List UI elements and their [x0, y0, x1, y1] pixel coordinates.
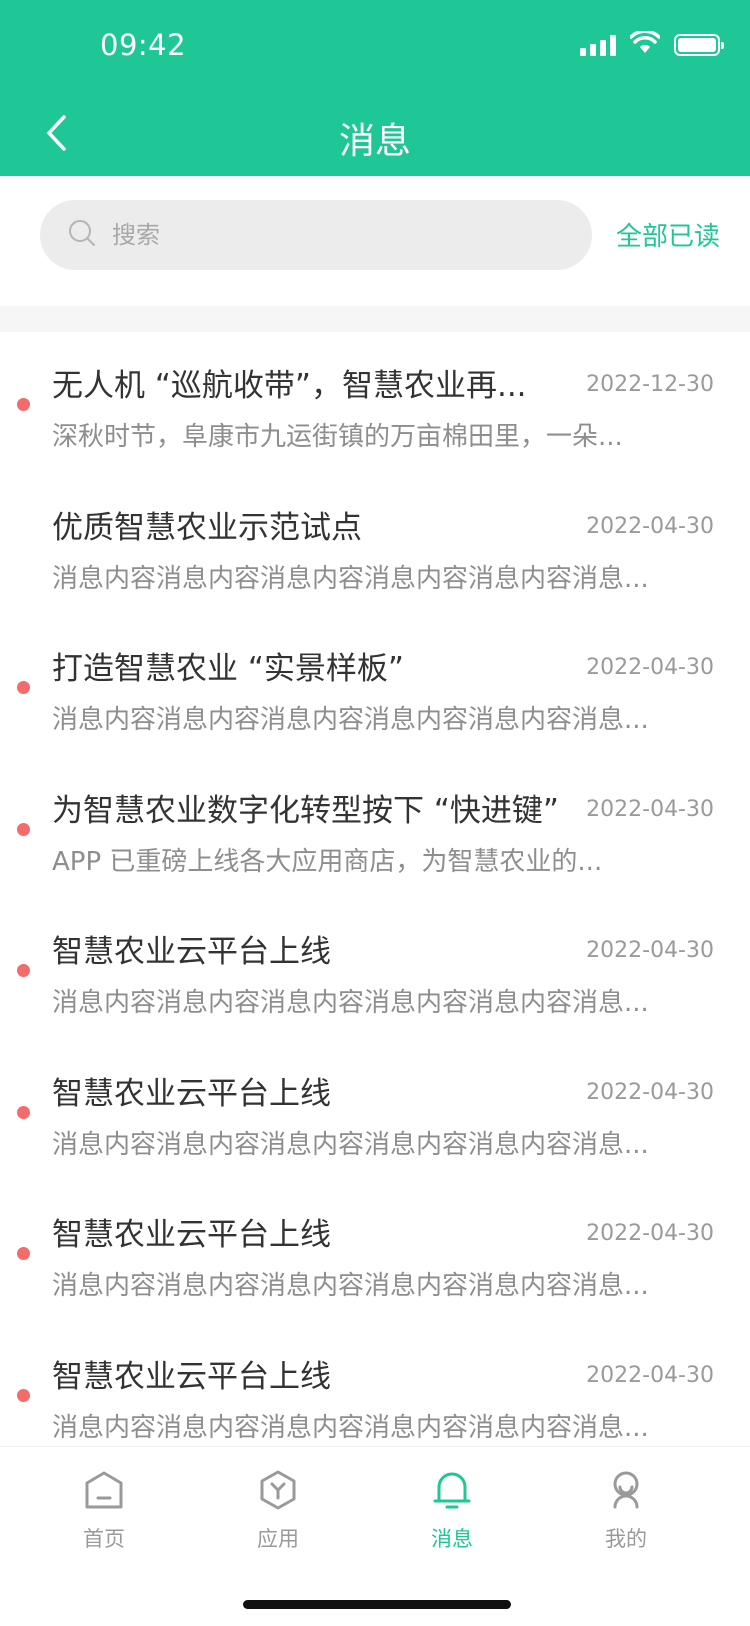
- message-item[interactable]: 智慧农业云平台上线 2022-04-30 消息内容消息内容消息内容消息内容消息内…: [0, 898, 750, 1040]
- home-icon: [81, 1467, 127, 1513]
- message-title: 智慧农业云平台上线: [52, 1358, 331, 1395]
- tab-mine-label: 我的: [605, 1527, 647, 1551]
- status-time: 09:42: [100, 28, 187, 62]
- tab-apps-label: 应用: [257, 1527, 299, 1551]
- section-divider: [0, 306, 750, 332]
- message-list: 无人机 “巡航收带”，智慧农业再... 2022-12-30 深秋时节，阜康市九…: [0, 332, 750, 1446]
- message-preview: APP 已重磅上线各大应用商店，为智慧农业的...: [52, 846, 603, 877]
- tab-home[interactable]: 首页: [44, 1467, 164, 1553]
- message-item[interactable]: 智慧农业云平台上线 2022-04-30 消息内容消息内容消息内容消息内容消息内…: [0, 1181, 750, 1323]
- header-bar: 09:42 消息: [0, 0, 750, 176]
- wifi-icon: [629, 29, 661, 59]
- message-item[interactable]: 无人机 “巡航收带”，智慧农业再... 2022-12-30 深秋时节，阜康市九…: [0, 332, 750, 474]
- message-title: 智慧农业云平台上线: [52, 1075, 331, 1112]
- message-preview: 消息内容消息内容消息内容消息内容消息内容消息...: [52, 1271, 649, 1301]
- unread-dot: [17, 398, 30, 411]
- message-title: 无人机 “巡航收带”，智慧农业再...: [52, 368, 527, 404]
- tab-home-label: 首页: [83, 1527, 125, 1551]
- message-preview: 消息内容消息内容消息内容消息内容消息内容消息...: [52, 705, 649, 735]
- page-title: 消息: [338, 121, 411, 162]
- unread-dot: [17, 964, 30, 977]
- message-date: 2022-04-30: [586, 796, 714, 822]
- battery-icon: [674, 34, 724, 56]
- message-date: 2022-04-30: [586, 655, 714, 680]
- message-date: 2022-04-30: [586, 938, 714, 963]
- message-preview: 消息内容消息内容消息内容消息内容消息内容消息...: [52, 1129, 649, 1160]
- mark-all-read-button[interactable]: 全部已读: [616, 216, 720, 253]
- user-icon: [603, 1467, 649, 1513]
- message-preview: 消息内容消息内容消息内容消息内容消息内容消息...: [52, 563, 649, 594]
- message-item[interactable]: 为智慧农业数字化转型按下 “快进键” 2022-04-30 APP 已重磅上线各…: [0, 757, 750, 899]
- tab-mine[interactable]: 我的: [566, 1467, 686, 1553]
- bell-icon: [429, 1467, 475, 1513]
- search-input[interactable]: [112, 221, 532, 249]
- message-date: 2022-04-30: [586, 1079, 714, 1105]
- tab-apps[interactable]: 应用: [218, 1467, 338, 1553]
- unread-dot: [17, 1105, 30, 1119]
- message-date: 2022-04-30: [586, 513, 714, 539]
- search-icon: [68, 219, 96, 251]
- message-title: 智慧农业云平台上线: [52, 934, 331, 970]
- search-area: 全部已读: [0, 176, 750, 306]
- message-date: 2022-04-30: [586, 1221, 714, 1246]
- message-date: 2022-12-30: [586, 372, 714, 397]
- message-title: 为智慧农业数字化转型按下 “快进键”: [52, 792, 559, 829]
- message-item[interactable]: 智慧农业云平台上线 2022-04-30 消息内容消息内容消息内容消息内容消息内…: [0, 1323, 750, 1447]
- apps-icon: [255, 1467, 301, 1513]
- message-preview: 消息内容消息内容消息内容消息内容消息内容消息...: [52, 1412, 649, 1443]
- message-title: 打造智慧农业 “实景样板”: [52, 651, 404, 687]
- tab-messages[interactable]: 消息: [392, 1467, 512, 1553]
- unread-dot: [17, 1247, 30, 1260]
- unread-dot: [17, 1388, 30, 1402]
- home-indicator: [243, 1600, 511, 1609]
- message-item[interactable]: 智慧农业云平台上线 2022-04-30 消息内容消息内容消息内容消息内容消息内…: [0, 1040, 750, 1182]
- message-preview: 深秋时节，阜康市九运街镇的万亩棉田里，一朵...: [52, 422, 623, 452]
- search-box[interactable]: [40, 200, 592, 270]
- message-item[interactable]: 打造智慧农业 “实景样板” 2022-04-30 消息内容消息内容消息内容消息内…: [0, 615, 750, 757]
- signal-icon: [580, 34, 616, 56]
- unread-dot: [17, 822, 30, 836]
- status-icons: [580, 29, 724, 59]
- message-title: 智慧农业云平台上线: [52, 1217, 331, 1253]
- tab-messages-label: 消息: [431, 1527, 473, 1551]
- message-date: 2022-04-30: [586, 1362, 714, 1388]
- unread-dot: [17, 681, 30, 694]
- message-title: 优质智慧农业示范试点: [52, 509, 362, 546]
- message-preview: 消息内容消息内容消息内容消息内容消息内容消息...: [52, 988, 649, 1018]
- message-item[interactable]: 优质智慧农业示范试点 2022-04-30 消息内容消息内容消息内容消息内容消息…: [0, 474, 750, 616]
- tab-bar: 首页 应用 消息 我的: [0, 1446, 750, 1626]
